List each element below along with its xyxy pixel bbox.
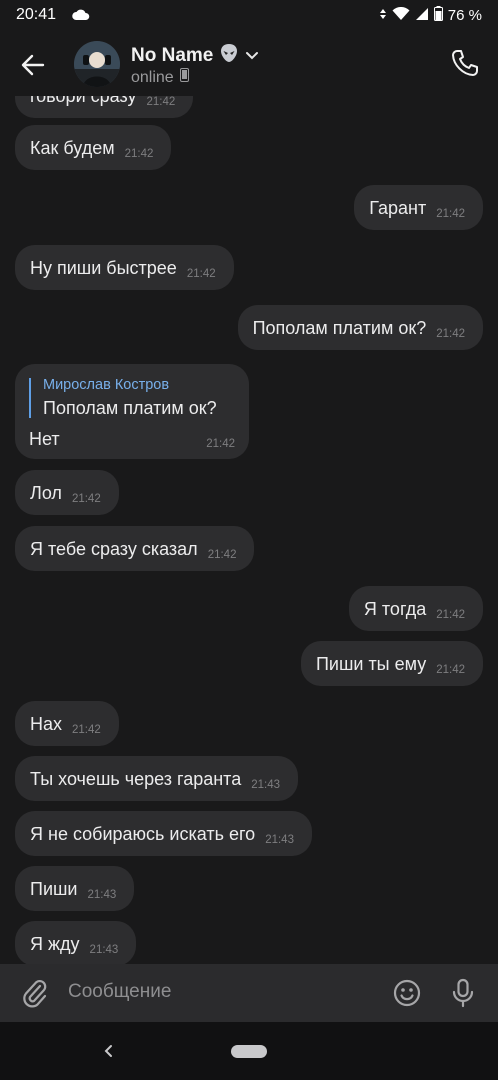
message-incoming[interactable]: Я не собираюсь искать его 21:43 [15, 811, 312, 856]
message-incoming[interactable]: говори сразу 21:42 [15, 96, 194, 118]
chat-header: No Name online [0, 30, 498, 96]
message-incoming[interactable]: Нах 21:42 [15, 701, 119, 746]
message-reply[interactable]: Мирослав Костров Пополам платим ок? Нет … [15, 364, 249, 459]
message-text: Нах [30, 713, 63, 734]
message-time: 21:42 [186, 267, 216, 280]
signal-icon [415, 7, 429, 25]
message-text: Я тогда [363, 598, 427, 619]
paperclip-icon [23, 979, 47, 1008]
message-outgoing[interactable]: Пиши ты ему 21:42 [300, 641, 483, 686]
message-time: 21:42 [436, 608, 465, 621]
alien-emoji-icon [219, 43, 239, 69]
message-text: говори сразу [30, 96, 137, 106]
wifi-icon [392, 6, 410, 25]
message-text: Я не собираюсь искать его [30, 823, 256, 844]
message-text: Как будем [30, 137, 115, 158]
arrow-left-icon [21, 54, 45, 76]
status-text: online [131, 68, 174, 86]
nav-home-pill[interactable] [231, 1045, 267, 1058]
reply-author: Мирослав Костров [43, 377, 170, 393]
battery-icon [433, 6, 443, 25]
phone-icon [452, 50, 478, 76]
message-text: Гарант [369, 197, 427, 218]
system-nav-bar [0, 1022, 498, 1080]
message-list[interactable]: говори сразу 21:42 Как будем 21:42 Гаран… [0, 96, 498, 964]
message-time: 21:43 [89, 943, 119, 956]
message-time: 21:43 [265, 833, 294, 846]
quote-bar [29, 378, 31, 418]
message-text: Я жду [30, 933, 80, 954]
message-time: 21:42 [436, 663, 465, 676]
message-incoming[interactable]: Лол 21:42 [15, 470, 119, 515]
message-composer: Сообщение [0, 964, 498, 1022]
chevron-down-icon [245, 45, 259, 67]
call-button[interactable] [448, 46, 482, 80]
message-time: 21:42 [72, 723, 101, 736]
reply-quote: Пополам платим ок? [43, 398, 217, 418]
message-text: Я тебе сразу сказал [30, 538, 198, 559]
attach-button[interactable] [18, 976, 52, 1010]
avatar[interactable] [74, 41, 120, 87]
chevron-left-icon [104, 1045, 112, 1057]
contact-name: No Name [131, 45, 214, 66]
message-time: 21:42 [124, 147, 154, 160]
message-incoming[interactable]: Ну пиши быстрее 21:42 [15, 245, 234, 290]
message-time: 21:43 [87, 888, 117, 901]
message-outgoing[interactable]: Я тогда 21:42 [348, 586, 483, 631]
message-time: 21:43 [251, 778, 281, 791]
message-text: Ты хочешь через гаранта [30, 768, 242, 789]
message-incoming[interactable]: Я жду 21:43 [15, 921, 137, 964]
message-incoming[interactable]: Я тебе сразу сказал 21:42 [15, 526, 255, 571]
message-time: 21:42 [436, 207, 465, 220]
message-time: 21:42 [206, 438, 235, 450]
smiley-icon [393, 979, 421, 1007]
emoji-button[interactable] [390, 976, 424, 1010]
status-time: 20:41 [16, 6, 57, 23]
presence-status: online [131, 68, 189, 87]
message-time: 21:42 [146, 96, 176, 108]
message-text: Нет [29, 429, 60, 449]
message-incoming[interactable]: Пиши 21:43 [15, 866, 135, 911]
message-text: Пиши ты ему [315, 653, 427, 674]
back-button[interactable] [16, 48, 50, 82]
message-text: Пиши [30, 878, 78, 899]
message-time: 21:42 [71, 492, 101, 505]
data-arrows-icon [379, 7, 387, 25]
message-incoming[interactable]: Ты хочешь через гаранта 21:43 [15, 756, 299, 801]
status-bar: 20:41 76 % [0, 0, 498, 30]
message-outgoing[interactable]: Пополам платим ок? 21:42 [237, 305, 483, 350]
message-text: Ну пиши быстрее [30, 257, 177, 278]
nav-back-button[interactable] [98, 1040, 118, 1062]
message-text: Лол [30, 482, 62, 503]
message-time: 21:42 [207, 548, 237, 561]
message-text: Пополам платим ок? [252, 317, 427, 338]
battery-percent: 76 % [447, 7, 482, 24]
mobile-phone-icon [179, 68, 189, 87]
message-input[interactable]: Сообщение [68, 981, 368, 1003]
microphone-icon [452, 978, 474, 1008]
message-outgoing[interactable]: Гарант 21:42 [354, 185, 483, 230]
message-time: 21:42 [436, 327, 465, 340]
cloud-icon [72, 8, 90, 26]
chat-title[interactable]: No Name [131, 43, 259, 69]
voice-message-button[interactable] [446, 976, 480, 1010]
message-incoming[interactable]: Как будем 21:42 [15, 125, 172, 170]
